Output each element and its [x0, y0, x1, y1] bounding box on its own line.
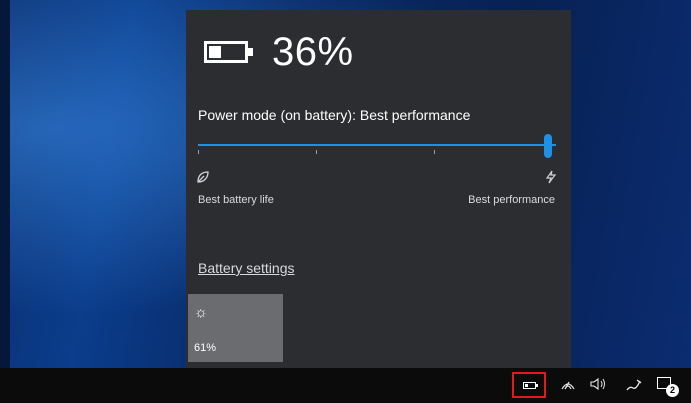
battery-header: 36%: [204, 32, 354, 72]
battery-settings-link[interactable]: Battery settings: [198, 260, 295, 276]
leaf-icon: [196, 170, 210, 187]
tray-battery-button[interactable]: [512, 372, 546, 398]
best-battery-life-label: Best battery life: [198, 194, 274, 206]
slider-track[interactable]: [198, 144, 556, 146]
lightning-icon: [545, 170, 557, 187]
desktop-edge: [0, 0, 10, 368]
slider-tick: [316, 150, 317, 154]
wifi-icon[interactable]: [561, 378, 575, 393]
notification-count-badge: 2: [666, 384, 679, 397]
slider-tick: [434, 150, 435, 154]
battery-icon: [204, 41, 253, 63]
slider-thumb[interactable]: [544, 134, 552, 158]
battery-icon: [522, 381, 538, 389]
power-mode-label: Power mode (on battery): Best performanc…: [198, 107, 470, 123]
slider-tick: [198, 150, 199, 154]
power-mode-prefix: Power mode (on battery):: [198, 107, 360, 123]
battery-flyout: 36% Power mode (on battery): Best perfor…: [186, 10, 571, 368]
volume-icon[interactable]: [590, 377, 608, 393]
brightness-icon: ☼: [194, 304, 208, 321]
power-mode-value: Best performance: [359, 107, 471, 123]
notifications-icon[interactable]: 2: [657, 375, 679, 397]
taskbar: 2: [0, 368, 691, 403]
best-performance-label: Best performance: [468, 194, 555, 206]
brightness-tile[interactable]: ☼ 61%: [188, 294, 283, 362]
power-mode-slider[interactable]: [198, 134, 556, 158]
battery-percent: 36%: [272, 30, 354, 74]
brightness-value: 61%: [194, 342, 217, 354]
pen-icon[interactable]: [625, 378, 643, 395]
